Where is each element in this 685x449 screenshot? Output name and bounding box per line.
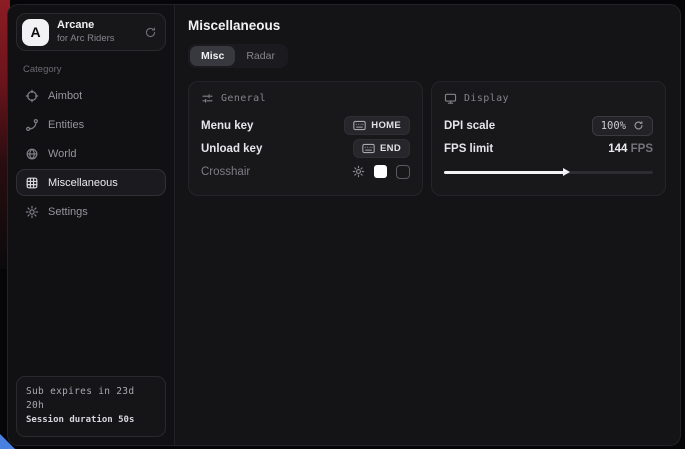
sidebar-item-world[interactable]: World bbox=[16, 140, 166, 167]
sidebar-item-entities[interactable]: Entities bbox=[16, 111, 166, 138]
session-duration-text: Session duration 50s bbox=[26, 414, 156, 428]
brand-text: Arcane for Arc Riders bbox=[57, 19, 136, 45]
crosshair-settings-gear-icon[interactable] bbox=[352, 165, 365, 178]
unload-key-label: Unload key bbox=[201, 143, 262, 155]
brand-card: A Arcane for Arc Riders bbox=[16, 13, 166, 51]
subscription-info: Sub expires in 23d 20h Session duration … bbox=[16, 376, 166, 437]
dpi-scale-button[interactable]: 100% bbox=[592, 116, 653, 136]
sidebar-item-label: World bbox=[48, 148, 77, 160]
grid-icon bbox=[25, 176, 39, 190]
keyboard-icon bbox=[353, 120, 366, 131]
sidebar: A Arcane for Arc Riders Category Aimbot bbox=[8, 5, 175, 445]
crosshair-color-swatch[interactable] bbox=[374, 165, 387, 178]
menu-key-label: Menu key bbox=[201, 120, 253, 132]
app-window: A Arcane for Arc Riders Category Aimbot bbox=[7, 4, 681, 446]
brand-subtitle: for Arc Riders bbox=[57, 33, 136, 45]
fps-unit: FPS bbox=[631, 143, 653, 155]
tab-misc[interactable]: Misc bbox=[190, 46, 235, 66]
fps-slider[interactable] bbox=[444, 167, 653, 177]
crosshair-checkbox[interactable] bbox=[396, 165, 410, 179]
crosshair-label: Crosshair bbox=[201, 166, 250, 178]
fps-slider-thumb[interactable] bbox=[563, 168, 570, 176]
entities-icon bbox=[25, 118, 39, 132]
gear-icon bbox=[25, 205, 39, 219]
sidebar-nav: Aimbot Entities World bbox=[16, 82, 166, 225]
category-label: Category bbox=[23, 64, 166, 75]
fps-number: 144 bbox=[608, 143, 627, 155]
sidebar-item-label: Settings bbox=[48, 206, 88, 218]
cycle-icon bbox=[633, 120, 644, 131]
monitor-icon bbox=[444, 92, 457, 105]
panels-row: General Menu key HOME Unload key bbox=[188, 81, 666, 196]
unload-key-row: Unload key END bbox=[201, 137, 410, 160]
general-panel: General Menu key HOME Unload key bbox=[188, 81, 423, 196]
fps-limit-row: FPS limit 144 FPS bbox=[444, 137, 653, 160]
refresh-icon[interactable] bbox=[144, 26, 157, 39]
fps-limit-label: FPS limit bbox=[444, 143, 493, 155]
sidebar-item-settings[interactable]: Settings bbox=[16, 198, 166, 225]
crosshair-icon bbox=[25, 89, 39, 103]
fps-limit-value: 144 FPS bbox=[608, 143, 653, 155]
fps-slider-fill bbox=[444, 171, 565, 174]
dpi-scale-label: DPI scale bbox=[444, 120, 495, 132]
general-panel-title: General bbox=[221, 93, 266, 104]
sidebar-item-label: Aimbot bbox=[48, 90, 82, 102]
brand-title: Arcane bbox=[57, 19, 136, 33]
sub-expires-text: Sub expires in 23d 20h bbox=[26, 385, 156, 414]
page-title: Miscellaneous bbox=[188, 18, 666, 33]
menu-key-button[interactable]: HOME bbox=[344, 116, 410, 135]
unload-key-button[interactable]: END bbox=[353, 139, 410, 158]
brand-logo: A bbox=[22, 19, 49, 46]
display-panel: Display DPI scale 100% FPS limit bbox=[431, 81, 666, 196]
sliders-icon bbox=[201, 92, 214, 105]
sidebar-item-label: Entities bbox=[48, 119, 84, 131]
display-panel-title: Display bbox=[464, 93, 509, 104]
crosshair-row: Crosshair bbox=[201, 160, 410, 183]
globe-icon bbox=[25, 147, 39, 161]
sidebar-item-aimbot[interactable]: Aimbot bbox=[16, 82, 166, 109]
crosshair-controls bbox=[352, 165, 410, 179]
dpi-scale-row: DPI scale 100% bbox=[444, 114, 653, 137]
dpi-scale-value: 100% bbox=[601, 120, 626, 132]
display-panel-header: Display bbox=[444, 92, 653, 105]
unload-key-value: END bbox=[380, 143, 401, 154]
tab-bar: Misc Radar bbox=[188, 44, 288, 68]
main-content: Miscellaneous Misc Radar General Menu ke… bbox=[175, 5, 680, 445]
sidebar-item-miscellaneous[interactable]: Miscellaneous bbox=[16, 169, 166, 196]
menu-key-value: HOME bbox=[371, 120, 401, 131]
menu-key-row: Menu key HOME bbox=[201, 114, 410, 137]
general-panel-header: General bbox=[201, 92, 410, 105]
sidebar-item-label: Miscellaneous bbox=[48, 177, 118, 189]
tab-radar[interactable]: Radar bbox=[235, 46, 286, 66]
keyboard-icon bbox=[362, 143, 375, 154]
